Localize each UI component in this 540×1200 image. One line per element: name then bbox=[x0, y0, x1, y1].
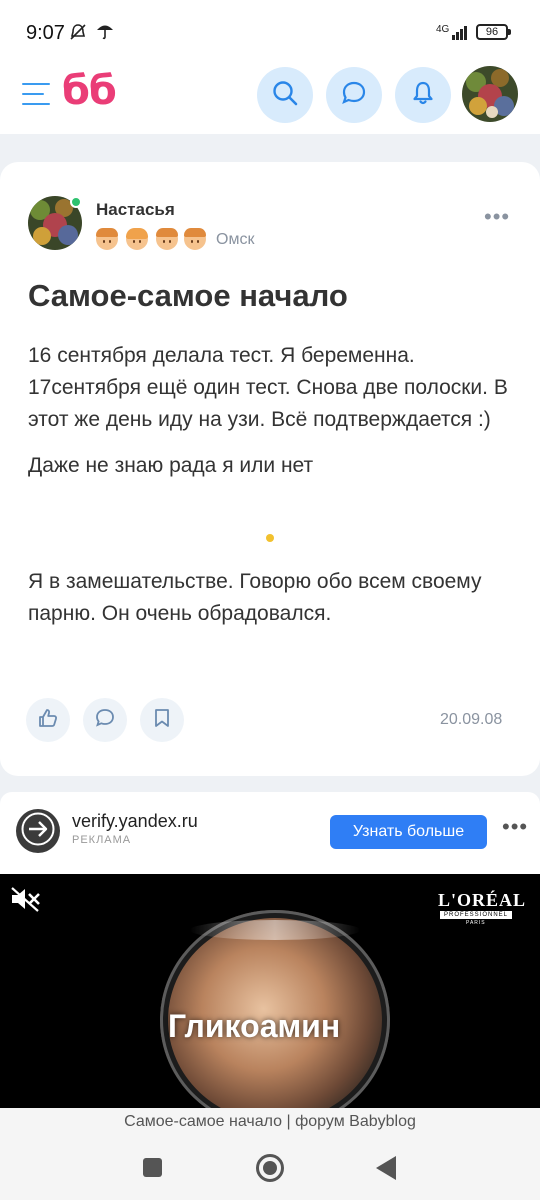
volume-muted-icon[interactable] bbox=[10, 886, 42, 917]
messages-button[interactable] bbox=[326, 67, 382, 123]
status-time: 9:07 bbox=[26, 22, 65, 44]
author-name[interactable]: Настасья bbox=[96, 200, 175, 220]
brand-logo: L'ORÉAL bbox=[438, 890, 527, 910]
brand-city: PARIS bbox=[466, 920, 486, 926]
post-paragraph: Даже не знаю рада я или нет bbox=[28, 454, 314, 477]
app-header: бб bbox=[0, 56, 540, 134]
status-bar: 9:07 4G 96 bbox=[0, 0, 540, 56]
system-nav-bar bbox=[0, 1136, 540, 1200]
battery-icon: 96 bbox=[476, 24, 511, 40]
brand-subtitle: PROFESSIONNEL bbox=[440, 911, 512, 919]
app-logo[interactable]: бб bbox=[62, 68, 117, 114]
comment-icon bbox=[94, 707, 116, 734]
like-button[interactable] bbox=[26, 698, 70, 742]
ad-logo[interactable] bbox=[16, 809, 60, 853]
user-avatar[interactable] bbox=[462, 66, 518, 122]
back-icon[interactable] bbox=[376, 1156, 396, 1180]
arrow-right-icon bbox=[21, 812, 55, 851]
product-name: Гликоамин bbox=[168, 1008, 341, 1044]
author-city: Омск bbox=[216, 231, 255, 248]
emoji-icon bbox=[266, 534, 274, 542]
online-status-dot bbox=[70, 196, 82, 208]
learn-more-button[interactable]: Узнать больше bbox=[330, 815, 487, 849]
bookmark-icon bbox=[151, 707, 173, 734]
like-icon bbox=[37, 707, 59, 734]
post-date: 20.09.08 bbox=[440, 711, 503, 728]
ad-more-icon[interactable]: ••• bbox=[502, 816, 528, 838]
chat-icon bbox=[340, 79, 368, 112]
boy-icon bbox=[156, 228, 178, 250]
post-paragraph: 16 сентября делала тест. Я беременна. 17… bbox=[28, 344, 508, 431]
ad-block[interactable]: verify.yandex.ru РЕКЛАМА Узнать больше •… bbox=[0, 792, 540, 1108]
recents-icon[interactable] bbox=[143, 1158, 162, 1177]
menu-icon[interactable] bbox=[22, 83, 50, 107]
mute-icon bbox=[68, 22, 88, 47]
product-shine bbox=[190, 920, 360, 940]
search-icon bbox=[271, 79, 299, 112]
bell-icon bbox=[409, 79, 437, 112]
post-body: 16 сентября делала тест. Я беременна. 17… bbox=[28, 340, 518, 496]
ad-domain[interactable]: verify.yandex.ru bbox=[72, 811, 198, 832]
boy-icon bbox=[96, 228, 118, 250]
signal-icon bbox=[448, 24, 470, 40]
boy-icon bbox=[184, 228, 206, 250]
notifications-button[interactable] bbox=[395, 67, 451, 123]
search-button[interactable] bbox=[257, 67, 313, 123]
bookmark-button[interactable] bbox=[140, 698, 184, 742]
post-title: Самое-самое начало bbox=[28, 278, 348, 313]
girl-icon bbox=[126, 228, 148, 250]
post-paragraph: Я в замешательстве. Говорю обо всем свое… bbox=[28, 570, 482, 625]
ad-label: РЕКЛАМА bbox=[72, 834, 132, 846]
post-card: Настасья Омск ••• Самое-самое начало 16 … bbox=[0, 162, 540, 776]
page-title-bar[interactable]: Самое-самое начало | форум Babyblog bbox=[0, 1108, 540, 1136]
comment-button[interactable] bbox=[83, 698, 127, 742]
post-more-icon[interactable]: ••• bbox=[484, 206, 510, 228]
umbrella-icon bbox=[96, 22, 114, 45]
ad-video[interactable]: L'ORÉAL PROFESSIONNEL PARIS Гликоамин bbox=[0, 874, 540, 1108]
home-icon[interactable] bbox=[256, 1154, 284, 1182]
